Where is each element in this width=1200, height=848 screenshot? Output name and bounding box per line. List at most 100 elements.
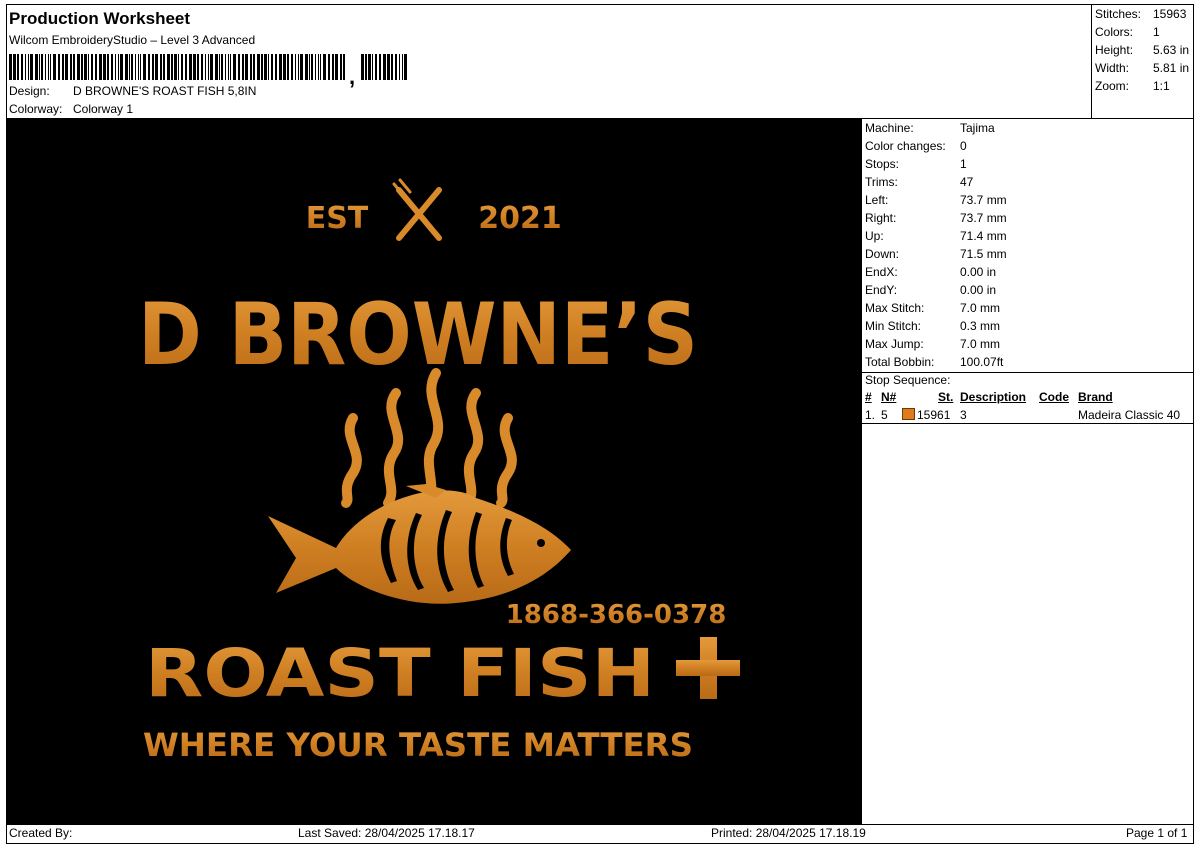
barcode-bar bbox=[73, 54, 75, 80]
plus-icon bbox=[676, 637, 740, 699]
detail-label: Machine: bbox=[865, 121, 914, 135]
col-description: Description bbox=[960, 390, 1027, 404]
barcode-bar bbox=[58, 54, 60, 80]
barcode-bar bbox=[228, 54, 229, 80]
barcode-bar bbox=[287, 54, 289, 80]
worksheet-header: Production Worksheet Wilcom EmbroiderySt… bbox=[6, 4, 1092, 118]
barcode-bar bbox=[205, 54, 206, 80]
summary-width: Width: 5.81 in bbox=[1095, 61, 1189, 75]
design-label: Design: bbox=[9, 84, 50, 98]
barcode-bar bbox=[210, 54, 213, 80]
detail-value: 0.00 in bbox=[960, 265, 997, 279]
barcode-bar bbox=[125, 54, 128, 80]
barcode-bar bbox=[387, 54, 390, 80]
detail-value: 47 bbox=[960, 175, 974, 189]
stitches-value: 15963 bbox=[1153, 7, 1187, 21]
barcode-bar bbox=[305, 54, 308, 80]
barcode-bar bbox=[50, 54, 51, 80]
barcode-bar bbox=[365, 54, 367, 80]
barcode-bar bbox=[283, 54, 286, 80]
colorway-row: Colorway: Colorway 1 bbox=[9, 102, 133, 116]
barcode-bar bbox=[28, 54, 29, 80]
colors-value: 1 bbox=[1153, 25, 1160, 39]
barcode-bar bbox=[107, 54, 109, 80]
design-row: Design: D BROWNE'S ROAST FISH 5,8IN bbox=[9, 84, 256, 98]
barcode-bar bbox=[399, 54, 400, 80]
barcode-bar bbox=[167, 54, 170, 80]
barcode-bar bbox=[53, 54, 56, 80]
barcode-bar bbox=[140, 54, 141, 80]
detail-value: 1 bbox=[960, 157, 967, 171]
barcode-bar bbox=[332, 54, 334, 80]
barcode-bar bbox=[318, 54, 319, 80]
barcode-bar bbox=[30, 54, 33, 80]
barcode-bar bbox=[138, 54, 139, 80]
detail-value: 71.5 mm bbox=[960, 247, 1007, 261]
detail-row: Trims: 47 bbox=[865, 175, 973, 189]
barcode-bar bbox=[13, 54, 16, 80]
width-value: 5.81 in bbox=[1153, 61, 1190, 75]
barcode-bar bbox=[39, 54, 40, 80]
barcode-bar bbox=[250, 54, 252, 80]
barcode-bar bbox=[21, 54, 23, 80]
stop-description: 3 bbox=[960, 408, 967, 422]
detail-label: Min Stitch: bbox=[865, 319, 922, 333]
detail-label: EndY: bbox=[865, 283, 898, 297]
barcode-bar bbox=[99, 54, 102, 80]
barcode-bar bbox=[264, 54, 267, 80]
detail-value: 0.00 in bbox=[960, 283, 997, 297]
embroidery-design: EST 2021 D BROWNE’S 1868-366-0378 ROAST … bbox=[138, 178, 740, 764]
barcode-bar bbox=[311, 54, 313, 80]
barcode-bar bbox=[70, 54, 72, 80]
barcode-bar bbox=[148, 54, 150, 80]
barcode-bar bbox=[245, 54, 248, 80]
barcode-bar bbox=[160, 54, 162, 80]
barcode-bar bbox=[230, 54, 231, 80]
barcode-bar bbox=[103, 54, 106, 80]
barcode-bar bbox=[88, 54, 89, 80]
stop-st: 15961 bbox=[917, 408, 951, 422]
barcode-bar bbox=[135, 54, 136, 80]
barcode-bar bbox=[391, 54, 393, 80]
software-name: Wilcom EmbroideryStudio – Level 3 Advanc… bbox=[9, 33, 256, 47]
barcode-bar bbox=[143, 54, 146, 80]
detail-row: Up: 71.4 mm bbox=[865, 229, 1007, 243]
barcode-bar bbox=[404, 54, 407, 80]
stop-num: 1. bbox=[865, 408, 876, 422]
summary-colors: Colors: 1 bbox=[1095, 25, 1160, 39]
detail-label: Left: bbox=[865, 193, 889, 207]
barcode-bar bbox=[129, 54, 130, 80]
brand-name-text: D BROWNE’S bbox=[138, 285, 698, 385]
barcode-bar bbox=[193, 54, 196, 80]
printed-date: Printed: 28/04/2025 17.18.19 bbox=[711, 826, 866, 840]
height-value: 5.63 in bbox=[1153, 43, 1190, 57]
page-number: Page 1 of 1 bbox=[1126, 826, 1188, 840]
barcode-bar bbox=[219, 54, 220, 80]
detail-label: Trims: bbox=[865, 175, 898, 189]
barcode-bar bbox=[171, 54, 173, 80]
barcode-bar bbox=[340, 54, 342, 80]
zoom-label: Zoom: bbox=[1095, 79, 1130, 93]
barcode-bar bbox=[368, 54, 371, 80]
est-text: EST bbox=[306, 201, 369, 236]
barcode-bar bbox=[372, 54, 373, 80]
summary-height: Height: 5.63 in bbox=[1095, 43, 1189, 57]
detail-value: 0.3 mm bbox=[960, 319, 1001, 333]
detail-value: 73.7 mm bbox=[960, 193, 1007, 207]
stop-n: 5 bbox=[881, 408, 888, 422]
summary-panel: Stitches: 15963 Colors: 1 Height: 5.63 in W… bbox=[1091, 4, 1194, 118]
barcode-bar bbox=[300, 54, 303, 80]
barcode-bar bbox=[201, 54, 203, 80]
fork-knife-icon bbox=[392, 178, 442, 241]
detail-label: Total Bobbin: bbox=[865, 355, 935, 369]
barcode-bar bbox=[155, 54, 158, 80]
detail-label: Max Jump: bbox=[865, 337, 924, 351]
barcode-bar bbox=[45, 54, 46, 80]
barcode-bar bbox=[215, 54, 218, 80]
detail-label: Stops: bbox=[865, 157, 900, 171]
barcode-bar bbox=[62, 54, 64, 80]
col-st: St. bbox=[938, 390, 954, 404]
barcode-bar bbox=[379, 54, 381, 80]
detail-value: Tajima bbox=[960, 121, 995, 135]
barcode-bar bbox=[233, 54, 236, 80]
